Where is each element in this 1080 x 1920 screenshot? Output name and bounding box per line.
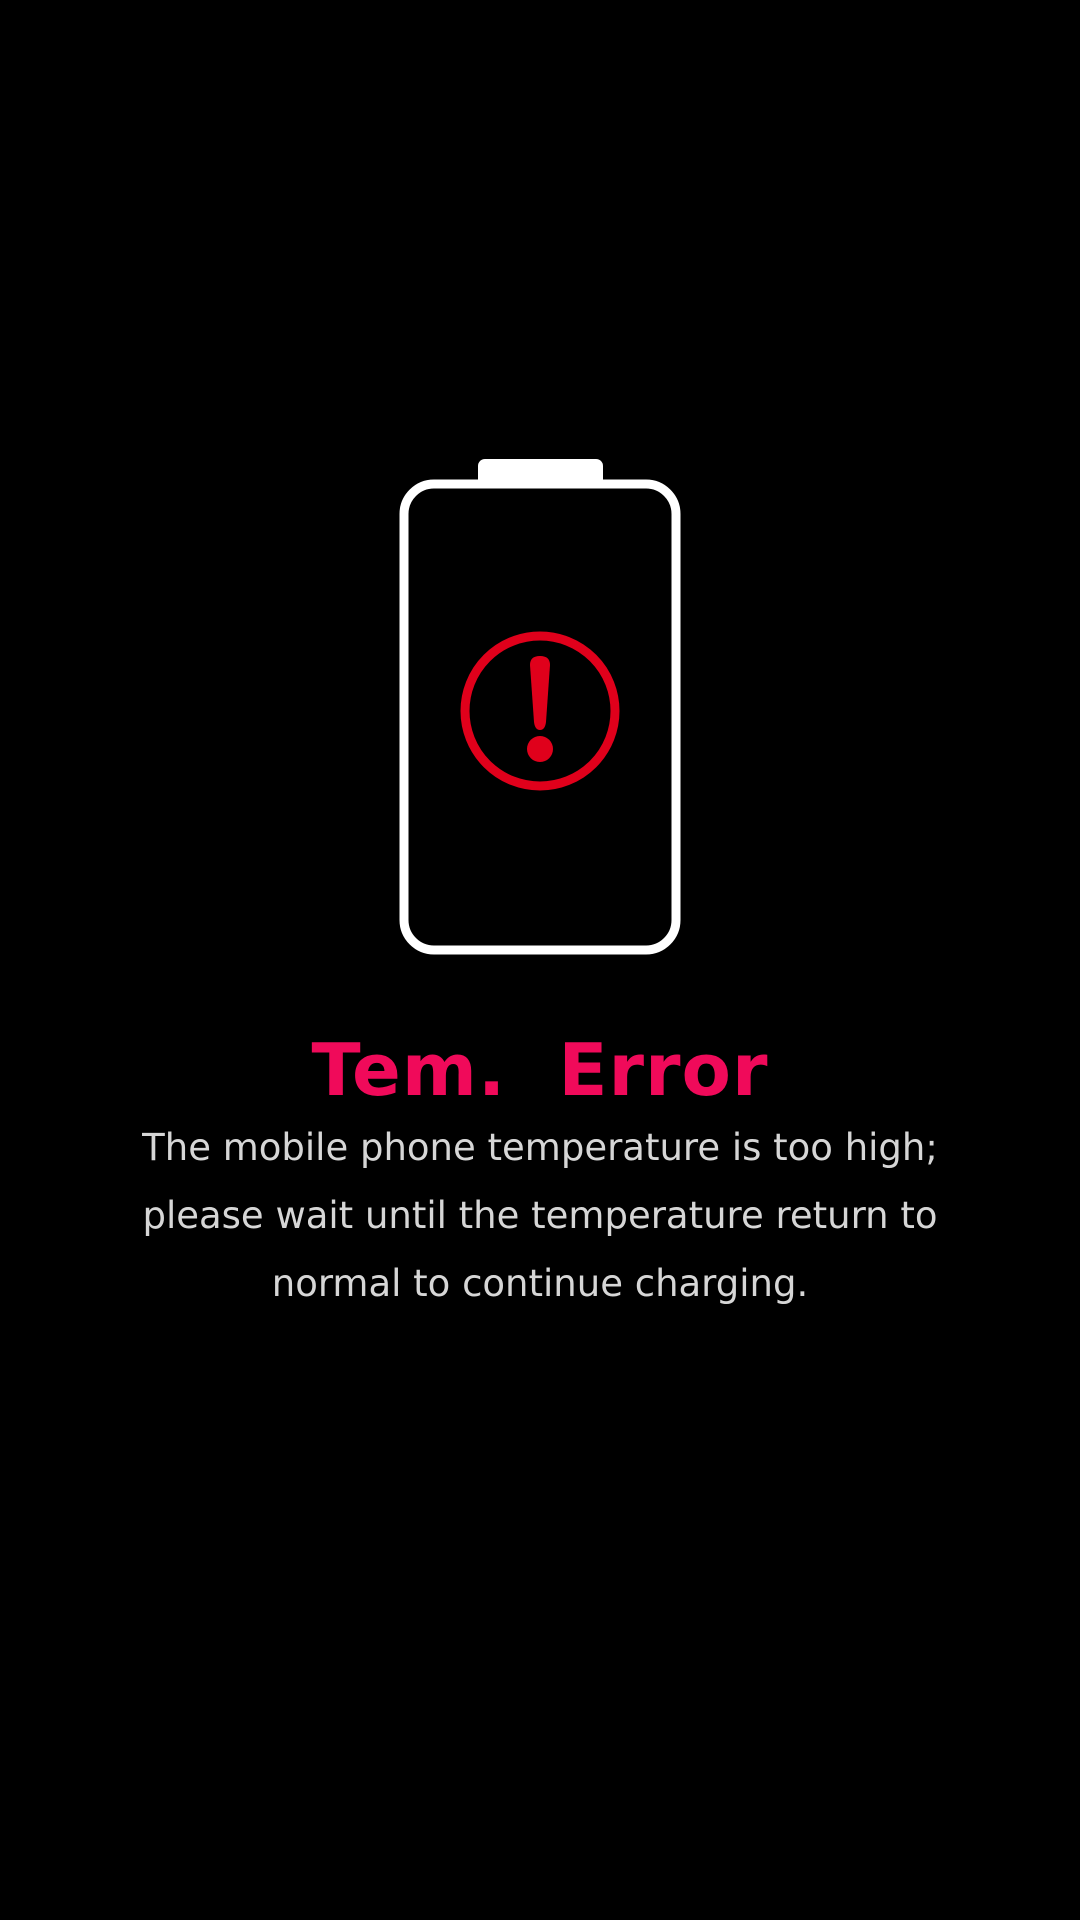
error-message: The mobile phone temperature is too high… xyxy=(142,1126,938,1305)
exclamation-circle-icon xyxy=(460,631,620,791)
alert-bar xyxy=(530,656,550,730)
charging-error-screen: Tem. Error The mobile phone temperature … xyxy=(0,0,1080,1920)
battery-outline-icon xyxy=(399,459,681,955)
error-title: Tem. Error xyxy=(311,1028,769,1112)
alert-dot xyxy=(527,736,553,762)
